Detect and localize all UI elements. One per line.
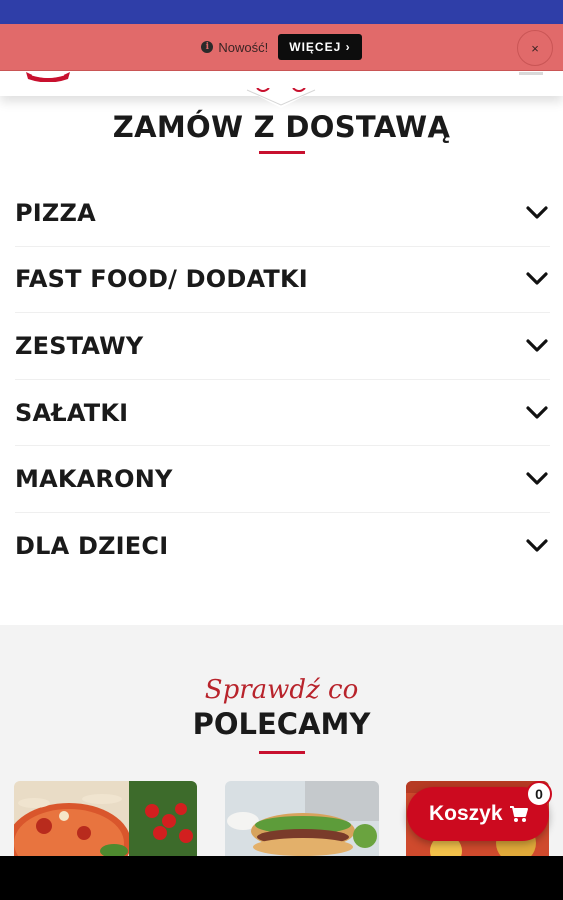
notice-text: Nowość!: [218, 39, 269, 55]
notice-bar: i Nowość! WIĘCEJ › ×: [0, 24, 563, 71]
category-salatki[interactable]: SAŁATKI: [15, 380, 550, 447]
chevron-down-icon: [526, 539, 548, 552]
product-card-image[interactable]: [14, 781, 197, 856]
category-fast-food[interactable]: FAST FOOD/ DODATKI: [15, 247, 550, 314]
category-label: PIZZA: [15, 198, 96, 227]
info-icon: i: [201, 41, 214, 53]
category-label: DLA DZIECI: [15, 532, 169, 561]
cart-button[interactable]: Koszyk 0: [407, 781, 552, 841]
menu-icon[interactable]: [519, 72, 543, 75]
system-navigation-bar: [0, 856, 563, 900]
notice-content: i Nowość! WIĘCEJ ›: [0, 34, 563, 60]
category-list: PIZZA FAST FOOD/ DODATKI ZESTAWY SAŁATKI…: [15, 180, 550, 580]
product-card-image[interactable]: [225, 781, 379, 856]
category-makarony[interactable]: MAKARONY: [15, 446, 550, 513]
category-label: SAŁATKI: [15, 398, 129, 427]
more-button[interactable]: WIĘCEJ ›: [278, 34, 362, 60]
shopping-cart-icon: [509, 806, 528, 822]
category-dla-dzieci[interactable]: DLA DZIECI: [15, 513, 550, 580]
category-pizza[interactable]: PIZZA: [15, 180, 550, 247]
category-label: ZESTAWY: [15, 331, 144, 360]
system-status-bar: [0, 0, 563, 24]
chevron-down-icon: [526, 405, 548, 419]
recommend-title: POLECAMY: [192, 707, 371, 741]
title-underline: [259, 751, 305, 754]
brand-logo[interactable]: [24, 70, 72, 82]
category-zestawy[interactable]: ZESTAWY: [15, 313, 550, 380]
category-label: MAKARONY: [15, 465, 173, 494]
close-notice-button[interactable]: ×: [517, 30, 553, 66]
cart-count-badge: 0: [526, 781, 552, 807]
recommend-script-title: Sprawdź co: [204, 675, 359, 705]
order-section-title: ZAMÓW Z DOSTAWĄ: [112, 110, 451, 144]
header-logo-notch: [243, 88, 319, 108]
category-label: FAST FOOD/ DODATKI: [15, 265, 308, 294]
cart-label: Koszyk: [429, 802, 503, 825]
chevron-down-icon: [526, 472, 548, 485]
title-underline: [259, 151, 305, 154]
chevron-down-icon: [526, 272, 548, 285]
chevron-down-icon: [526, 339, 548, 352]
chevron-down-icon: [526, 206, 548, 219]
